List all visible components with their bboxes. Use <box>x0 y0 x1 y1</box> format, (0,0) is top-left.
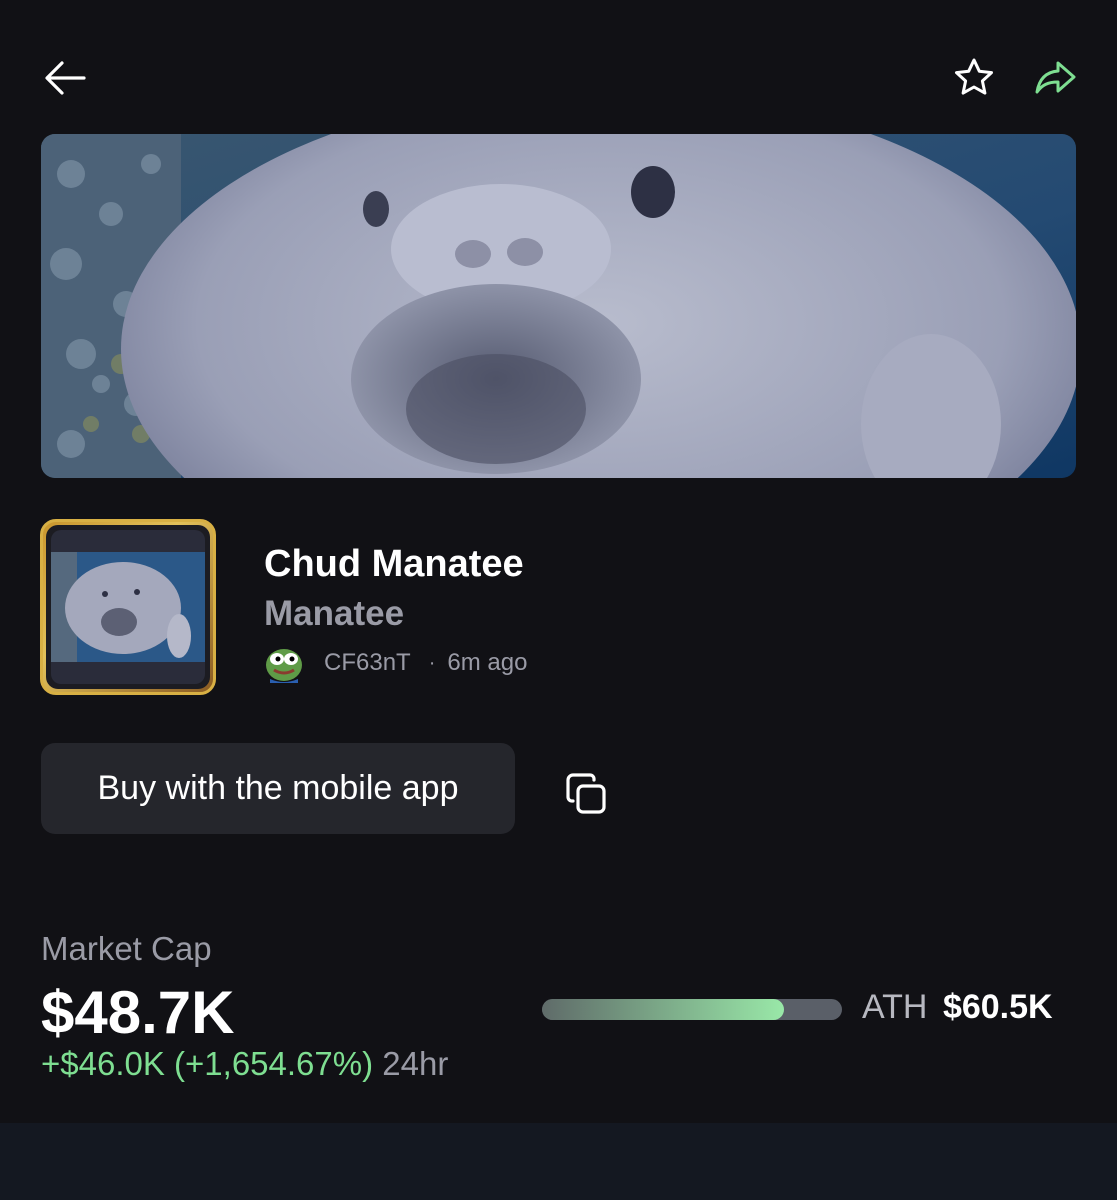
bottom-bar <box>0 1123 1117 1200</box>
back-button[interactable] <box>40 55 92 101</box>
token-avatar-image <box>51 530 205 684</box>
share-button[interactable] <box>1030 55 1082 101</box>
token-name: Chud Manatee <box>264 543 524 585</box>
creator-address[interactable]: CF63nT <box>324 649 411 677</box>
thumbnail-inner <box>46 525 210 689</box>
market-cap-change: +$46.0K (+1,654.67%) 24hr <box>41 1045 448 1083</box>
token-age: 6m ago <box>447 649 528 676</box>
buy-with-mobile-app-button[interactable]: Buy with the mobile app <box>41 743 515 834</box>
market-cap-label: Market Cap <box>41 930 212 967</box>
copy-button[interactable] <box>562 770 610 818</box>
favorite-button[interactable] <box>950 55 998 101</box>
creator-avatar-icon[interactable] <box>264 643 304 683</box>
star-outline-icon <box>955 58 993 95</box>
share-arrow-icon <box>1035 61 1076 94</box>
ath-value: $60.5K <box>942 988 1053 1026</box>
ath-label: ATH <box>862 988 928 1026</box>
ath-display: ATH $60.5K <box>862 988 1053 1027</box>
top-bar <box>0 0 1117 130</box>
ath-progress-bar <box>542 999 842 1020</box>
token-thumbnail[interactable] <box>40 519 216 695</box>
separator-dot: · <box>428 651 436 674</box>
manatee-banner-illustration <box>41 134 1076 478</box>
creator-row: CF63nT · 6m ago <box>264 643 527 683</box>
market-cap-change-period: 24hr <box>382 1045 449 1082</box>
copy-icon <box>566 773 606 814</box>
token-banner-image <box>41 134 1076 478</box>
ath-progress-fill <box>542 999 784 1020</box>
market-cap-value: $48.7K <box>41 979 235 1046</box>
token-ticker: Manatee <box>264 594 405 633</box>
market-cap-change-value: +$46.0K (+1,654.67%) <box>41 1045 374 1082</box>
arrow-left-icon <box>45 61 86 95</box>
